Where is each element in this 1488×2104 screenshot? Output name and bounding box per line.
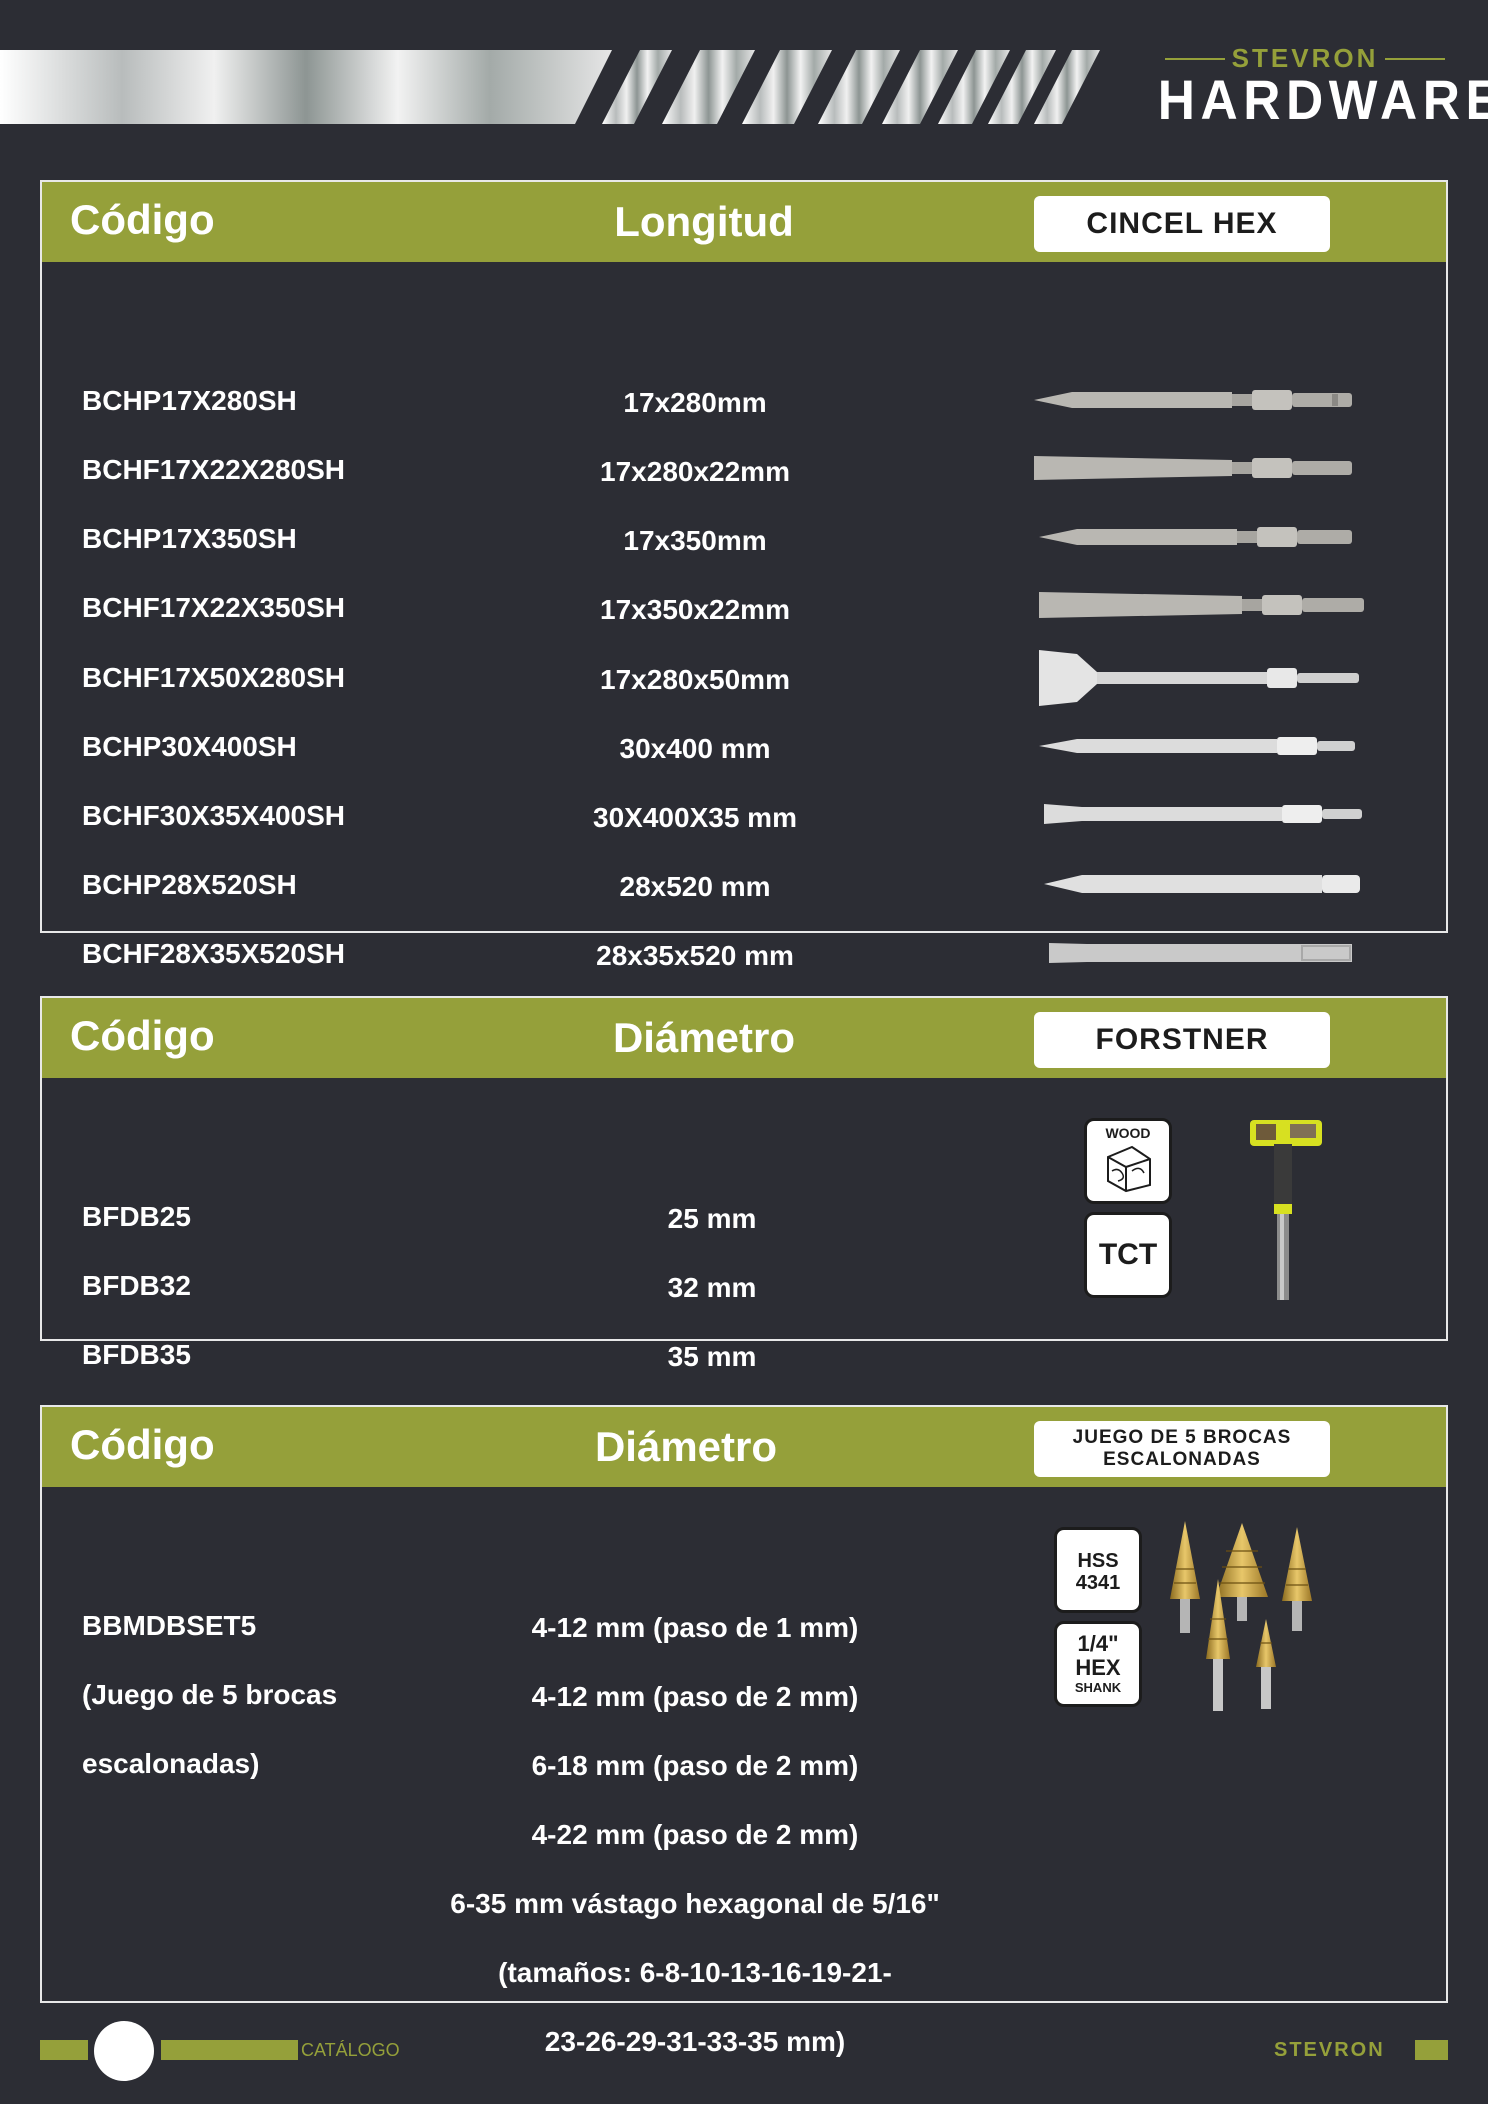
category-tag-line2: ESCALONADAS	[1103, 1449, 1261, 1470]
wood-badge-label: WOOD	[1105, 1125, 1151, 1141]
row-length: 28x35x520 mm	[596, 940, 794, 971]
hex-badge-line2: HEX	[1075, 1655, 1121, 1680]
row-code: BCHF28X35X520SH	[82, 938, 346, 969]
flat-chisel-icon	[1039, 592, 1364, 618]
footer-bar-left	[40, 2040, 88, 2060]
wood-badge: WOOD	[1084, 1118, 1172, 1204]
header-diameter: Diámetro	[612, 1014, 796, 1061]
header-code: Código	[70, 1012, 215, 1059]
row-length: 17x280x50mm	[600, 664, 790, 695]
hex-badge-line3: SHANK	[1074, 1680, 1122, 1695]
header-diameter: Diámetro	[594, 1423, 778, 1470]
brand-logo: STEVRON HARDWARE	[1145, 44, 1488, 134]
chisel-table-header: Código Longitud CINCEL HEX	[42, 182, 1446, 262]
pointed-chisel-icon	[1039, 527, 1352, 547]
hss-badge: HSS 4341	[1054, 1527, 1142, 1613]
diameter-line: 4-12 mm (paso de 2 mm)	[531, 1681, 859, 1712]
diameter-line: 23-26-29-31-33-35 mm)	[544, 2026, 846, 2057]
row-code: BFDB32	[82, 1270, 191, 1301]
pointed-chisel-icon	[1034, 390, 1352, 410]
row-code: BFDB35	[82, 1339, 191, 1370]
row-diameter: 35 mm	[667, 1341, 757, 1372]
chisel-table: Código Longitud CINCEL HEX BCHP17X280SH …	[40, 180, 1448, 971]
category-tag-line1: JUEGO DE 5 BROCAS	[1072, 1427, 1292, 1448]
category-tag: CINCEL HEX	[1034, 196, 1330, 252]
header-code: Código	[70, 196, 215, 243]
forstner-table-header: Código Diámetro FORSTNER	[42, 998, 1446, 1078]
row-diameter: 25 mm	[667, 1203, 757, 1234]
header-code: Código	[70, 1421, 215, 1468]
forstner-table: Código Diámetro FORSTNER BFDB25 25 mm BF…	[40, 996, 1448, 1372]
row-length: 30X400X35 mm	[593, 802, 797, 833]
wood-grain-icon	[1107, 1145, 1151, 1193]
footer-brand: STEVRON	[1274, 2039, 1385, 2061]
wide-chisel-icon	[1039, 650, 1359, 706]
row-code: BFDB25	[82, 1201, 191, 1232]
row-code: BCHP30X400SH	[82, 731, 297, 762]
header-stripe-banner	[0, 50, 1100, 124]
set-code: BBMDBSET5	[82, 1610, 257, 1641]
footer-bar-right	[1415, 2040, 1448, 2060]
hex-badge-line1: 1/4"	[1077, 1631, 1119, 1656]
flat-chisel-icon	[1034, 456, 1352, 480]
row-diameter: 32 mm	[667, 1272, 757, 1303]
step-drill-table-header: Código Diámetro JUEGO DE 5 BROCAS ESCALO…	[42, 1407, 1446, 1487]
brand-logo-big-text: HARDWARE	[1157, 68, 1488, 131]
hex-shank-badge: 1/4" HEX SHANK	[1054, 1621, 1142, 1707]
category-tag: JUEGO DE 5 BROCAS ESCALONADAS	[1034, 1421, 1330, 1477]
row-code: BCHP17X350SH	[82, 523, 297, 554]
flat-chisel-icon	[1044, 804, 1362, 824]
pointed-chisel-icon	[1044, 875, 1360, 893]
row-length: 17x350x22mm	[600, 594, 790, 625]
diameter-line: 6-18 mm (paso de 2 mm)	[531, 1750, 859, 1781]
row-code: BCHF30X35X400SH	[82, 800, 346, 831]
step-drill-bits-icon	[1170, 1521, 1312, 1711]
set-description-line2: escalonadas)	[82, 1748, 260, 1779]
diameter-line: 6-35 mm vástago hexagonal de 5/16"	[450, 1888, 940, 1919]
row-code: BCHF17X22X280SH	[82, 454, 346, 485]
footer-catalog-label: CATÁLOGO	[301, 2040, 400, 2060]
diameter-line: 4-22 mm (paso de 2 mm)	[531, 1819, 859, 1850]
forstner-bit-icon	[1250, 1120, 1322, 1300]
step-drill-table: Código Diámetro JUEGO DE 5 BROCAS ESCALO…	[40, 1405, 1448, 2057]
row-length: 17x280x22mm	[600, 456, 790, 487]
row-code: BCHP17X280SH	[82, 385, 297, 416]
row-length: 28x520 mm	[619, 871, 771, 902]
row-code: BCHF17X22X350SH	[82, 592, 346, 623]
row-code: BCHP28X520SH	[82, 869, 297, 900]
row-code: BCHF17X50X280SH	[82, 662, 346, 693]
pointed-chisel-icon	[1039, 737, 1355, 755]
flat-chisel-icon	[1049, 943, 1352, 963]
header-length: Longitud	[614, 198, 794, 245]
footer-logo-circle	[94, 2021, 154, 2081]
diameter-line: (tamaños: 6-8-10-13-16-19-21-	[498, 1957, 892, 1988]
row-length: 17x280mm	[623, 387, 767, 418]
tct-badge: TCT	[1084, 1212, 1172, 1298]
footer-bar-middle	[161, 2040, 298, 2060]
category-tag: FORSTNER	[1034, 1012, 1330, 1068]
diameter-line: 4-12 mm (paso de 1 mm)	[531, 1612, 859, 1643]
row-length: 17x350mm	[623, 525, 767, 556]
hss-badge-line1: HSS	[1077, 1550, 1119, 1572]
hss-badge-line2: 4341	[1075, 1572, 1121, 1594]
set-description-line1: (Juego de 5 brocas	[82, 1679, 338, 1710]
row-length: 30x400 mm	[619, 733, 771, 764]
